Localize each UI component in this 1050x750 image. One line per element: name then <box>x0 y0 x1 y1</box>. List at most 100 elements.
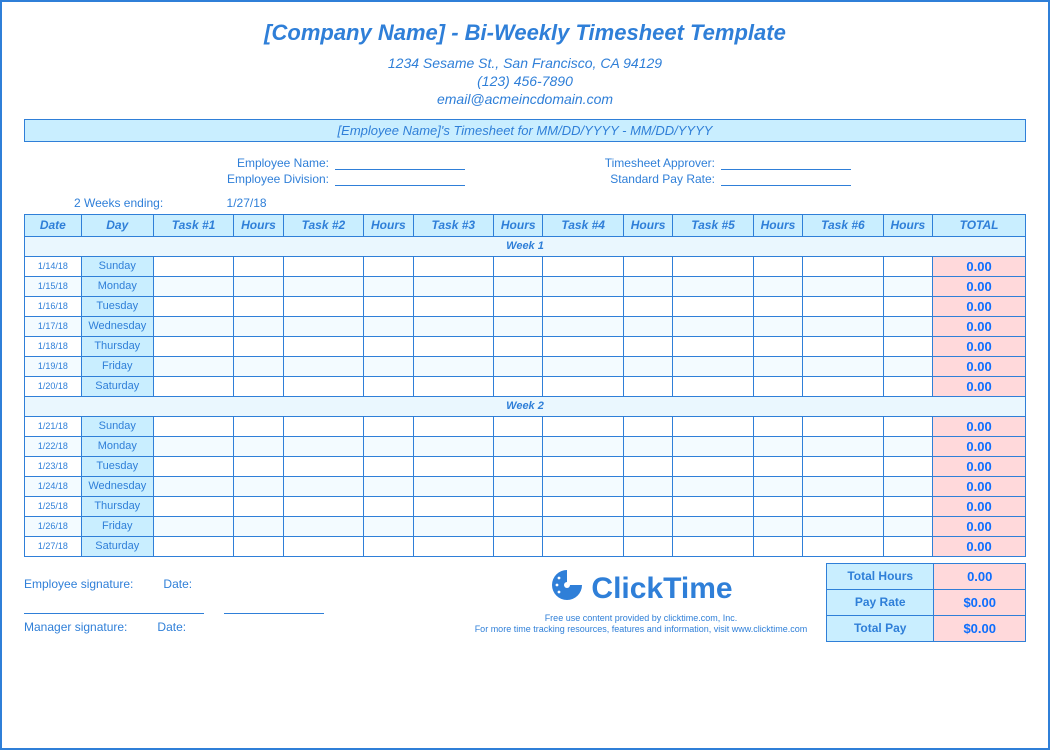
task-cell[interactable] <box>413 456 493 476</box>
hours-cell[interactable] <box>883 536 932 556</box>
hours-cell[interactable] <box>623 296 672 316</box>
hours-cell[interactable] <box>623 336 672 356</box>
hours-cell[interactable] <box>494 516 543 536</box>
hours-cell[interactable] <box>883 336 932 356</box>
hours-cell[interactable] <box>494 316 543 336</box>
hours-cell[interactable] <box>364 416 413 436</box>
task-cell[interactable] <box>673 496 753 516</box>
hours-cell[interactable] <box>883 496 932 516</box>
hours-cell[interactable] <box>234 536 283 556</box>
task-cell[interactable] <box>413 356 493 376</box>
task-cell[interactable] <box>153 516 233 536</box>
hours-cell[interactable] <box>883 376 932 396</box>
task-cell[interactable] <box>413 336 493 356</box>
hours-cell[interactable] <box>753 456 802 476</box>
task-cell[interactable] <box>153 496 233 516</box>
task-cell[interactable] <box>543 456 623 476</box>
task-cell[interactable] <box>803 496 883 516</box>
hours-cell[interactable] <box>883 296 932 316</box>
task-cell[interactable] <box>803 256 883 276</box>
hours-cell[interactable] <box>883 436 932 456</box>
task-cell[interactable] <box>673 436 753 456</box>
task-cell[interactable] <box>543 356 623 376</box>
task-cell[interactable] <box>543 416 623 436</box>
hours-cell[interactable] <box>234 456 283 476</box>
task-cell[interactable] <box>543 336 623 356</box>
hours-cell[interactable] <box>623 356 672 376</box>
task-cell[interactable] <box>803 436 883 456</box>
task-cell[interactable] <box>803 416 883 436</box>
task-cell[interactable] <box>673 296 753 316</box>
hours-cell[interactable] <box>364 456 413 476</box>
task-cell[interactable] <box>153 356 233 376</box>
task-cell[interactable] <box>543 476 623 496</box>
hours-cell[interactable] <box>623 516 672 536</box>
task-cell[interactable] <box>803 296 883 316</box>
hours-cell[interactable] <box>753 316 802 336</box>
task-cell[interactable] <box>543 536 623 556</box>
hours-cell[interactable] <box>883 476 932 496</box>
hours-cell[interactable] <box>623 316 672 336</box>
task-cell[interactable] <box>413 256 493 276</box>
task-cell[interactable] <box>413 296 493 316</box>
task-cell[interactable] <box>543 436 623 456</box>
employee-division-field[interactable] <box>335 174 465 186</box>
task-cell[interactable] <box>153 296 233 316</box>
task-cell[interactable] <box>283 496 363 516</box>
task-cell[interactable] <box>413 376 493 396</box>
task-cell[interactable] <box>153 276 233 296</box>
hours-cell[interactable] <box>753 416 802 436</box>
task-cell[interactable] <box>673 376 753 396</box>
hours-cell[interactable] <box>883 356 932 376</box>
hours-cell[interactable] <box>753 276 802 296</box>
hours-cell[interactable] <box>234 316 283 336</box>
hours-cell[interactable] <box>623 456 672 476</box>
hours-cell[interactable] <box>234 336 283 356</box>
task-cell[interactable] <box>413 416 493 436</box>
task-cell[interactable] <box>413 476 493 496</box>
hours-cell[interactable] <box>234 356 283 376</box>
hours-cell[interactable] <box>494 456 543 476</box>
employee-signature-field[interactable] <box>24 613 204 614</box>
hours-cell[interactable] <box>234 376 283 396</box>
hours-cell[interactable] <box>494 376 543 396</box>
hours-cell[interactable] <box>753 436 802 456</box>
task-cell[interactable] <box>803 516 883 536</box>
task-cell[interactable] <box>803 476 883 496</box>
hours-cell[interactable] <box>494 496 543 516</box>
task-cell[interactable] <box>283 316 363 336</box>
task-cell[interactable] <box>543 376 623 396</box>
hours-cell[interactable] <box>364 476 413 496</box>
hours-cell[interactable] <box>494 256 543 276</box>
task-cell[interactable] <box>673 276 753 296</box>
task-cell[interactable] <box>803 336 883 356</box>
task-cell[interactable] <box>413 436 493 456</box>
task-cell[interactable] <box>803 316 883 336</box>
hours-cell[interactable] <box>883 416 932 436</box>
hours-cell[interactable] <box>494 416 543 436</box>
hours-cell[interactable] <box>234 436 283 456</box>
task-cell[interactable] <box>153 456 233 476</box>
task-cell[interactable] <box>153 376 233 396</box>
hours-cell[interactable] <box>753 536 802 556</box>
hours-cell[interactable] <box>883 316 932 336</box>
task-cell[interactable] <box>283 296 363 316</box>
hours-cell[interactable] <box>234 496 283 516</box>
task-cell[interactable] <box>543 496 623 516</box>
task-cell[interactable] <box>153 316 233 336</box>
task-cell[interactable] <box>543 276 623 296</box>
task-cell[interactable] <box>543 296 623 316</box>
employee-date-field[interactable] <box>224 613 324 614</box>
task-cell[interactable] <box>153 256 233 276</box>
hours-cell[interactable] <box>883 516 932 536</box>
hours-cell[interactable] <box>234 256 283 276</box>
hours-cell[interactable] <box>494 296 543 316</box>
task-cell[interactable] <box>153 476 233 496</box>
task-cell[interactable] <box>153 436 233 456</box>
hours-cell[interactable] <box>364 496 413 516</box>
task-cell[interactable] <box>153 536 233 556</box>
task-cell[interactable] <box>803 376 883 396</box>
task-cell[interactable] <box>673 516 753 536</box>
hours-cell[interactable] <box>364 256 413 276</box>
task-cell[interactable] <box>673 356 753 376</box>
